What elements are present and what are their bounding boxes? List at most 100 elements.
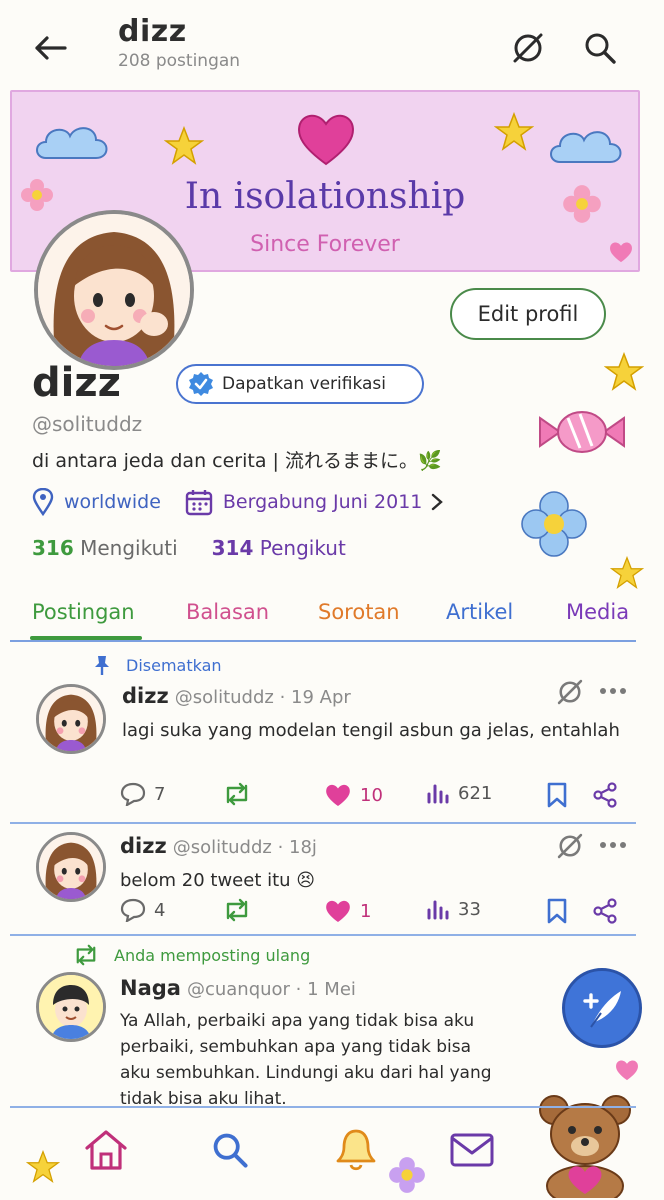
get-verified-button[interactable]: Dapatkan verifikasi bbox=[176, 364, 424, 404]
repost-label: Anda memposting ulang bbox=[114, 945, 311, 965]
tab-sorotan[interactable]: Sorotan bbox=[318, 600, 400, 624]
post-text: Ya Allah, perbaiki apa yang tidak bisa a… bbox=[120, 1011, 492, 1109]
candy-decoration-icon bbox=[539, 411, 625, 453]
post-avatar[interactable] bbox=[36, 832, 106, 902]
following-link[interactable]: 316 Mengikuti bbox=[32, 536, 178, 560]
post-author-name[interactable]: Naga bbox=[120, 976, 181, 1000]
post-author-name[interactable]: dizz bbox=[120, 834, 167, 858]
grok-icon[interactable] bbox=[554, 830, 586, 862]
views-button[interactable]: 621 bbox=[426, 782, 492, 804]
pin-icon bbox=[95, 656, 109, 675]
nav-search[interactable] bbox=[202, 1122, 258, 1178]
like-button[interactable]: 1 bbox=[324, 898, 371, 924]
header-title: dizz bbox=[118, 14, 187, 49]
post-header: Naga @cuanquor · 1 Mei bbox=[120, 976, 356, 1000]
followers-label: Pengikut bbox=[259, 536, 346, 560]
reply-icon bbox=[120, 782, 146, 806]
home-icon bbox=[85, 1130, 127, 1170]
more-icon[interactable] bbox=[598, 840, 628, 850]
views-count: 621 bbox=[458, 782, 493, 804]
follow-stats: 316 Mengikuti 314 Pengikut bbox=[32, 536, 346, 560]
post-author-name[interactable]: dizz bbox=[122, 684, 169, 708]
share-icon bbox=[593, 898, 617, 924]
like-count: 1 bbox=[360, 900, 372, 922]
followers-count: 314 bbox=[211, 536, 254, 560]
post-count: 208 postingan bbox=[118, 51, 241, 71]
profile-tabs: Postingan Balasan Sorotan Artikel Media bbox=[0, 594, 664, 642]
grok-icon[interactable] bbox=[554, 676, 586, 708]
tab-balasan[interactable]: Balasan bbox=[186, 600, 269, 624]
tab-postingan[interactable]: Postingan bbox=[32, 600, 135, 624]
post-author-meta: @solituddz · 18j bbox=[172, 837, 317, 858]
profile-avatar[interactable] bbox=[34, 210, 194, 370]
more-icon[interactable] bbox=[598, 686, 628, 696]
profile-handle: @solituddz bbox=[32, 412, 143, 436]
reply-button[interactable]: 4 bbox=[120, 898, 165, 922]
girl-avatar-illustration bbox=[39, 835, 103, 899]
reply-icon bbox=[120, 898, 146, 922]
like-button[interactable]: 10 bbox=[324, 782, 383, 808]
cloud-decoration-icon bbox=[550, 131, 622, 163]
star-decoration-icon bbox=[604, 352, 644, 391]
views-button[interactable]: 33 bbox=[426, 898, 481, 920]
views-icon bbox=[427, 784, 449, 804]
post-actions: 7 10 621 bbox=[120, 782, 640, 812]
bottom-nav-divider bbox=[10, 1106, 636, 1108]
repost-icon bbox=[76, 944, 96, 966]
nav-home[interactable] bbox=[78, 1122, 134, 1178]
flower-decoration-icon bbox=[521, 491, 587, 557]
profile-joined-date: Bergabung Juni 2011 bbox=[222, 491, 423, 513]
tabs-divider bbox=[10, 640, 636, 642]
compose-icon bbox=[583, 991, 621, 1028]
grok-button[interactable] bbox=[506, 26, 550, 70]
reply-count: 4 bbox=[154, 899, 166, 921]
post-avatar[interactable] bbox=[36, 684, 106, 754]
post-avatar[interactable] bbox=[36, 972, 106, 1042]
bookmark-button[interactable] bbox=[546, 898, 568, 924]
calendar-icon bbox=[185, 490, 213, 516]
active-tab-indicator bbox=[30, 636, 142, 640]
back-button[interactable] bbox=[28, 28, 72, 68]
pinned-label: Disematkan bbox=[126, 655, 222, 675]
get-verified-label: Dapatkan verifikasi bbox=[222, 374, 387, 394]
tab-artikel[interactable]: Artikel bbox=[446, 600, 513, 624]
mail-icon bbox=[450, 1133, 494, 1167]
back-arrow-icon bbox=[35, 36, 67, 60]
post-text: belom 20 tweet itu 😣 bbox=[120, 870, 316, 891]
chevron-right-icon[interactable] bbox=[430, 492, 444, 512]
nav-notifications[interactable] bbox=[328, 1122, 384, 1178]
flower-decoration-icon bbox=[389, 1157, 425, 1193]
repost-button[interactable] bbox=[222, 898, 252, 922]
bookmark-icon bbox=[547, 898, 567, 924]
share-button[interactable] bbox=[592, 898, 618, 924]
post-pinned[interactable]: Disematkan dizz @solituddz · 19 Apr lagi … bbox=[0, 654, 664, 826]
bookmark-button[interactable] bbox=[546, 782, 568, 808]
profile-location: worldwide bbox=[64, 491, 161, 513]
following-label: Mengikuti bbox=[80, 536, 178, 560]
search-button[interactable] bbox=[578, 26, 622, 70]
tab-media[interactable]: Media bbox=[566, 600, 629, 624]
search-icon bbox=[585, 33, 616, 64]
nav-messages[interactable] bbox=[444, 1122, 500, 1178]
top-bar: dizz 208 postingan bbox=[0, 0, 664, 86]
heart-icon bbox=[326, 784, 350, 806]
share-button[interactable] bbox=[592, 782, 618, 808]
post-item[interactable]: dizz @solituddz · 18j belom 20 tweet itu … bbox=[0, 828, 664, 934]
share-icon bbox=[593, 782, 617, 808]
repost-button[interactable] bbox=[222, 782, 252, 806]
compose-button[interactable] bbox=[562, 968, 642, 1048]
repost-icon bbox=[226, 782, 248, 806]
post-author-meta: @solituddz · 19 Apr bbox=[174, 687, 351, 708]
pinned-indicator: Disematkan bbox=[92, 654, 222, 676]
reply-count: 7 bbox=[154, 783, 166, 805]
repost-icon bbox=[226, 898, 248, 922]
reply-button[interactable]: 7 bbox=[120, 782, 165, 806]
location-pin-icon bbox=[32, 488, 54, 516]
post-author-meta: @cuanquor · 1 Mei bbox=[186, 979, 356, 1000]
heart-decoration-icon bbox=[616, 1060, 638, 1081]
edit-profile-button[interactable]: Edit profil bbox=[450, 288, 606, 340]
star-decoration-icon bbox=[164, 126, 204, 165]
followers-link[interactable]: 314 Pengikut bbox=[212, 536, 346, 560]
star-decoration-icon bbox=[610, 556, 644, 590]
post-header: dizz @solituddz · 18j bbox=[120, 834, 317, 858]
